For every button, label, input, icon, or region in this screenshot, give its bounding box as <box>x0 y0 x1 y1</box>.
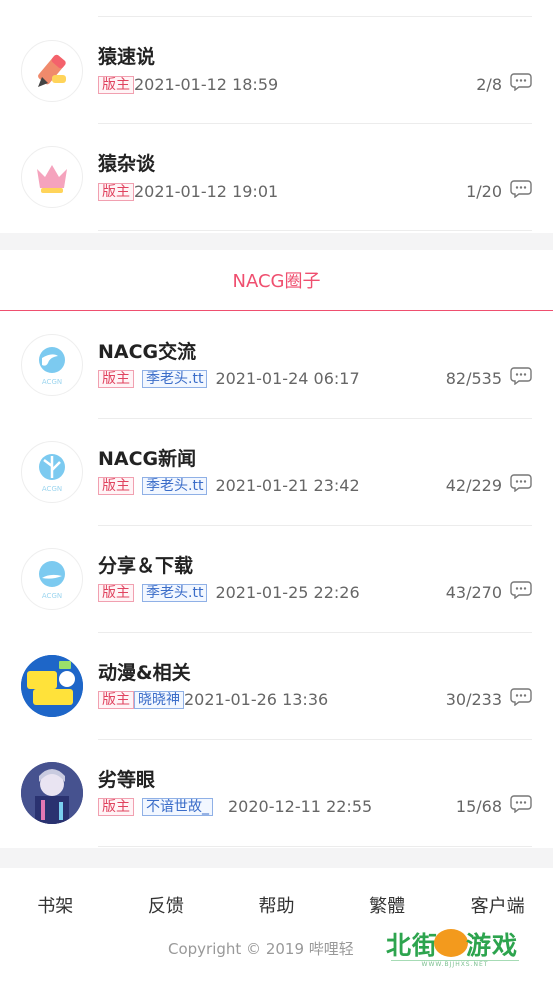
forum-card-nacg: NACG圈子 ACGN NACG交流 版主 季老头.tt 2021-01-24 … <box>0 250 553 848</box>
watermark-logo: 北街 游戏 WWW.BJJHXS.NET <box>386 926 521 970</box>
pencil-icon <box>21 40 83 102</box>
forum-meta: 版主 2021-01-12 19:01 <box>98 182 278 201</box>
forum-name: 猿杂谈 <box>98 153 156 175</box>
moderator-user-badge[interactable]: 季老头.tt <box>142 583 208 602</box>
footer-link-feedback[interactable]: 反馈 <box>111 892 222 918</box>
last-post-time: 2021-01-12 18:59 <box>134 75 279 94</box>
anime-avatar-icon <box>21 655 83 717</box>
moderator-user-badge[interactable]: 不谙世故_ <box>142 797 213 816</box>
moderator-badge: 版主 <box>98 476 134 495</box>
last-post-time: 2021-01-24 06:17 <box>215 369 360 388</box>
last-post-time: 2021-01-25 22:26 <box>215 583 360 602</box>
forum-meta: 版主 晓晓神 2021-01-26 13:36 <box>98 690 328 709</box>
post-count: 42/229 <box>445 476 502 495</box>
forum-meta: 版主 季老头.tt 2021-01-24 06:17 <box>98 369 360 388</box>
footer-links: 书架 反馈 帮助 繁體 客户端 <box>0 892 553 918</box>
post-count: 15/68 <box>455 797 502 816</box>
post-count: 30/233 <box>445 690 502 709</box>
moderator-badge: 版主 <box>98 369 134 388</box>
chat-bubble-icon <box>510 688 532 706</box>
acgn-logo-icon: ACGN <box>21 548 83 610</box>
watermark-url: WWW.BJJHXS.NET <box>391 960 519 968</box>
footer-link-help[interactable]: 帮助 <box>221 892 332 918</box>
watermark-text-right: 游戏 <box>466 931 519 960</box>
last-post-time: 2021-01-26 13:36 <box>184 690 329 709</box>
last-post-time: 2021-01-12 19:01 <box>134 182 279 201</box>
forum-item-yuansushuo[interactable]: 猿速说 版主 2021-01-12 18:59 2/8 <box>0 0 553 124</box>
footer: 书架 反馈 帮助 繁體 客户端 Copyright © 2019 哔哩轻 北街 … <box>0 868 553 983</box>
footer-link-client[interactable]: 客户端 <box>442 892 553 918</box>
moderator-badge: 版主 <box>98 797 134 816</box>
copyright-text: Copyright © 2019 哔哩轻 <box>168 940 354 958</box>
forum-meta: 版主 季老头.tt 2021-01-25 22:26 <box>98 583 360 602</box>
crown-icon <box>21 146 83 208</box>
forum-meta: 版主 季老头.tt 2021-01-21 23:42 <box>98 476 360 495</box>
ball-icon <box>434 929 468 957</box>
chat-bubble-icon <box>510 795 532 813</box>
forum-item-yuanzatan[interactable]: 猿杂谈 版主 2021-01-12 19:01 1/20 <box>0 124 553 231</box>
forum-name: NACG交流 <box>98 341 197 363</box>
chat-bubble-icon <box>510 581 532 599</box>
section-title[interactable]: NACG圈子 <box>0 250 553 311</box>
acgn-logo-icon: ACGN <box>21 334 83 396</box>
post-count: 2/8 <box>476 75 502 94</box>
moderator-badge: 版主 <box>98 690 134 709</box>
character-avatar-icon <box>21 762 83 824</box>
svg-text:ACGN: ACGN <box>42 592 62 600</box>
forum-item-nacg-chat[interactable]: ACGN NACG交流 版主 季老头.tt 2021-01-24 06:17 8… <box>0 312 553 419</box>
forum-name: NACG新闻 <box>98 448 197 470</box>
divider <box>98 16 532 17</box>
chat-bubble-icon <box>510 367 532 385</box>
forum-card-top: 猿速说 版主 2021-01-12 18:59 2/8 猿杂谈 版主 2021-… <box>0 0 553 233</box>
last-post-time: 2021-01-21 23:42 <box>215 476 360 495</box>
moderator-user-badge[interactable]: 晓晓神 <box>134 690 184 709</box>
forum-item-lie-deng-yan[interactable]: 劣等眼 版主 不谙世故_ 2020-12-11 22:55 15/68 <box>0 740 553 847</box>
forum-meta: 版主 不谙世故_ 2020-12-11 22:55 <box>98 797 372 816</box>
moderator-user-badge[interactable]: 季老头.tt <box>142 369 208 388</box>
post-count: 1/20 <box>466 182 502 201</box>
moderator-badge: 版主 <box>98 75 134 94</box>
forum-item-anime-related[interactable]: 动漫&相关 版主 晓晓神 2021-01-26 13:36 30/233 <box>0 633 553 740</box>
forum-name: 动漫&相关 <box>98 662 191 684</box>
acgn-logo-icon: ACGN <box>21 441 83 503</box>
moderator-badge: 版主 <box>98 182 134 201</box>
forum-name: 劣等眼 <box>98 769 156 791</box>
moderator-user-badge[interactable]: 季老头.tt <box>142 476 208 495</box>
last-post-time: 2020-12-11 22:55 <box>228 797 373 816</box>
post-count: 43/270 <box>445 583 502 602</box>
chat-bubble-icon <box>510 474 532 492</box>
divider <box>98 846 532 847</box>
svg-text:ACGN: ACGN <box>42 485 62 493</box>
chat-bubble-icon <box>510 180 532 198</box>
post-count: 82/535 <box>445 369 502 388</box>
svg-text:ACGN: ACGN <box>42 378 62 386</box>
footer-link-bookshelf[interactable]: 书架 <box>0 892 111 918</box>
footer-link-traditional[interactable]: 繁體 <box>332 892 443 918</box>
forum-name: 猿速说 <box>98 46 156 68</box>
watermark-text-left: 北街 <box>386 931 439 960</box>
forum-name: 分享＆下载 <box>98 555 194 577</box>
divider <box>98 230 532 231</box>
moderator-badge: 版主 <box>98 583 134 602</box>
forum-item-share-download[interactable]: ACGN 分享＆下载 版主 季老头.tt 2021-01-25 22:26 43… <box>0 526 553 633</box>
forum-item-nacg-news[interactable]: ACGN NACG新闻 版主 季老头.tt 2021-01-21 23:42 4… <box>0 419 553 526</box>
forum-meta: 版主 2021-01-12 18:59 <box>98 75 278 94</box>
chat-bubble-icon <box>510 73 532 91</box>
